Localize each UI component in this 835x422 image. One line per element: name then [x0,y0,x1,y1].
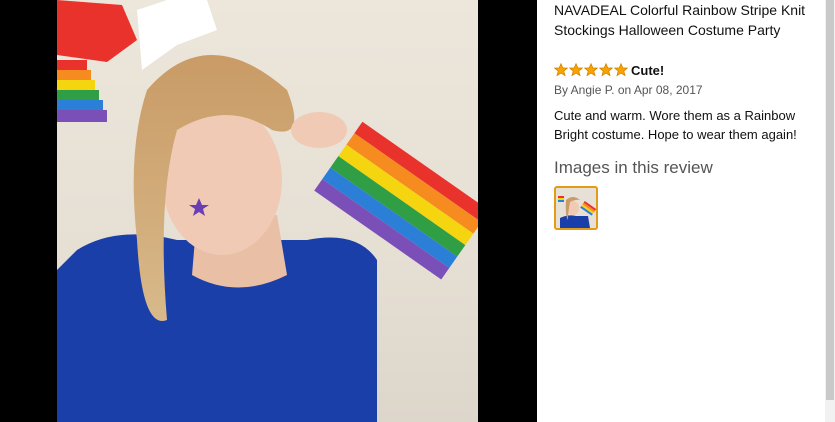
star-icon [599,63,613,77]
product-title[interactable]: NAVADEAL Colorful Rainbow Stripe Knit St… [554,0,824,40]
thumbnail-illustration [556,188,596,228]
star-icon [614,63,628,77]
review-panel: NAVADEAL Colorful Rainbow Stripe Knit St… [554,0,824,230]
star-icon [569,63,583,77]
star-icon [584,63,598,77]
star-rating [554,63,628,77]
images-heading: Images in this review [554,158,713,177]
scrollbar-thumb[interactable] [826,0,834,400]
review-photo-illustration [57,0,478,422]
star-icon [554,63,568,77]
review-photo[interactable] [57,0,478,422]
scrollbar[interactable] [825,0,835,422]
review-body: Cute and warm. Wore them as a Rainbow Br… [554,108,797,142]
review-headline: Cute! [631,62,665,78]
rating-row: Cute! [554,61,824,79]
review-image-thumbnail[interactable] [554,186,598,230]
review-byline: By Angie P. on Apr 08, 2017 [554,83,703,97]
image-viewer [0,0,537,422]
